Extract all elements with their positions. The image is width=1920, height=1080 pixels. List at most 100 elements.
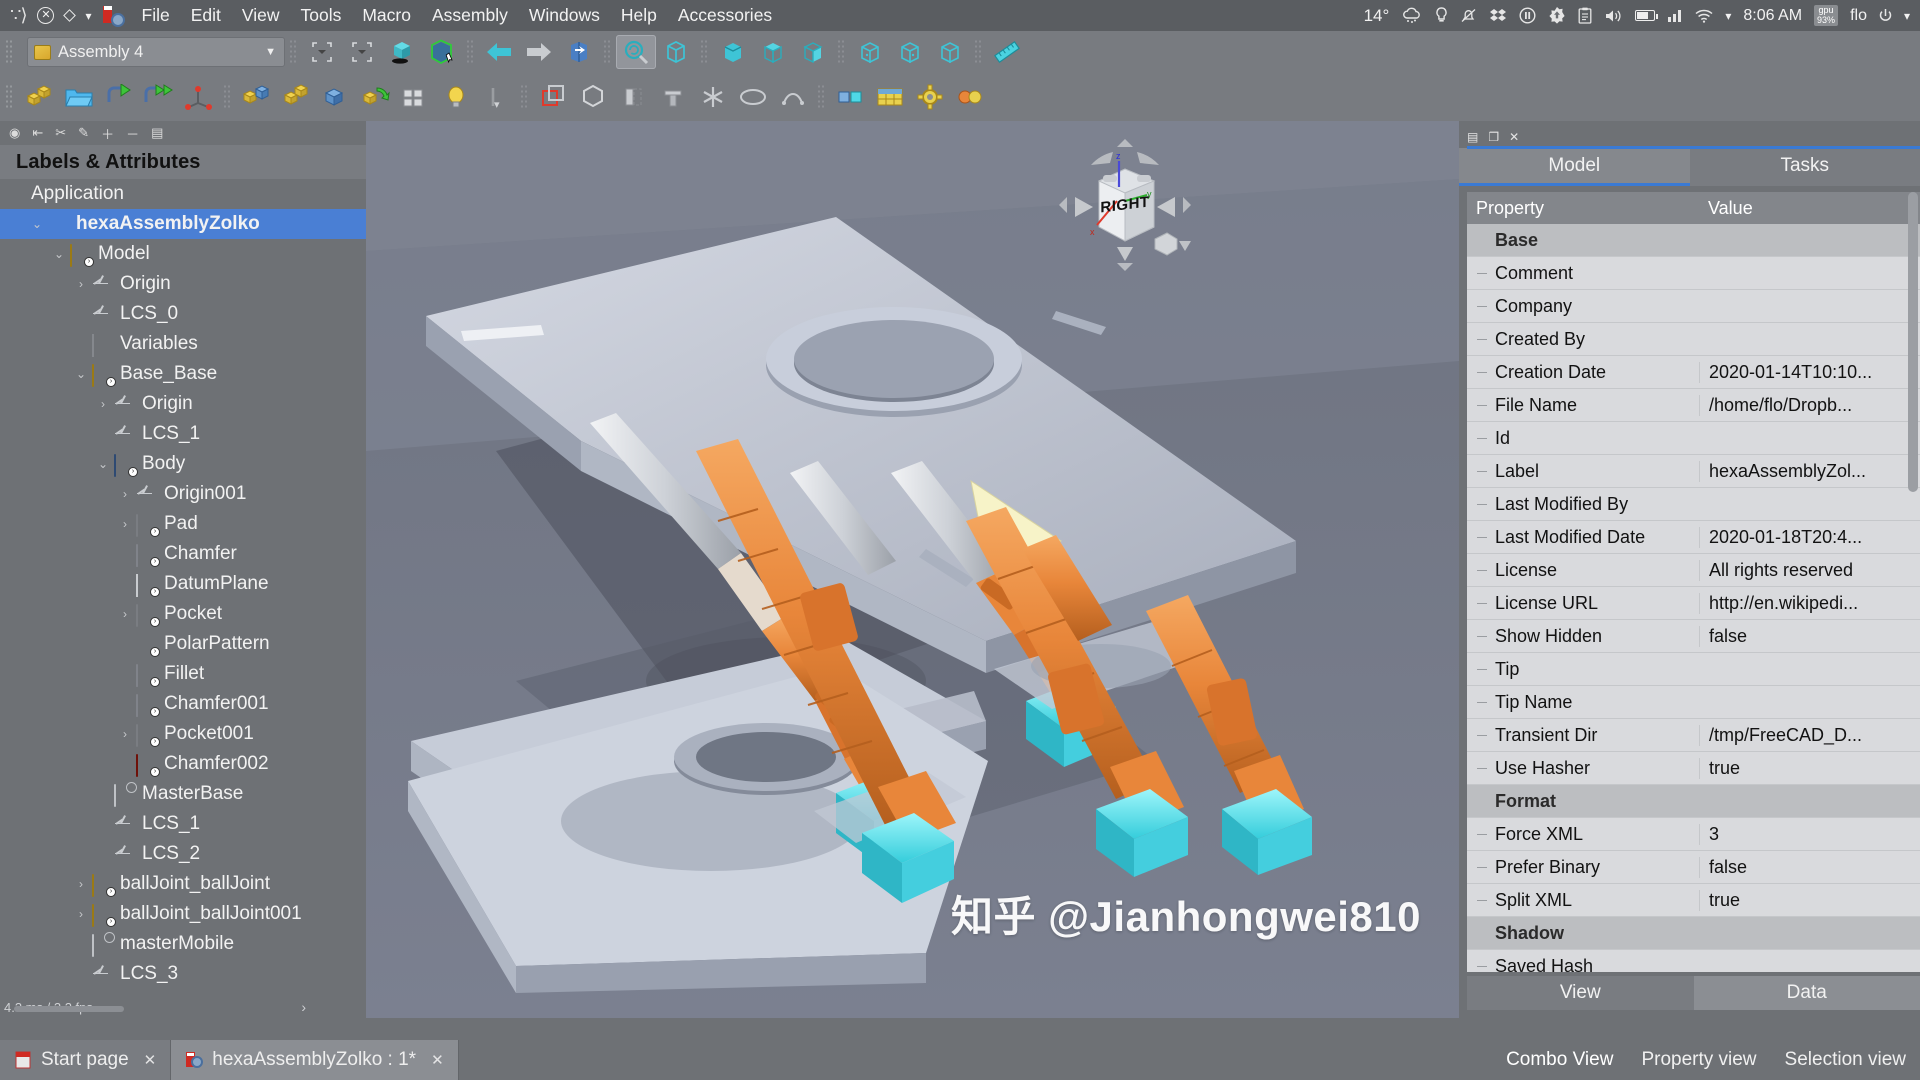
scrollbar-thumb[interactable] bbox=[1908, 192, 1918, 492]
property-row[interactable]: Transient Dir/tmp/FreeCAD_D... bbox=[1467, 719, 1920, 752]
diamond-icon[interactable] bbox=[63, 9, 77, 22]
bounding-box-icon[interactable] bbox=[422, 35, 462, 69]
tree-view[interactable]: Application ⌄ hexaAssemblyZolko ⌄ › Model › Ori… bbox=[0, 179, 366, 996]
close-icon[interactable]: ✕ bbox=[144, 1051, 157, 1069]
toolbar-grip[interactable] bbox=[5, 84, 14, 110]
collapse-icon[interactable]: ▤ bbox=[151, 125, 163, 141]
new-assembly-icon[interactable] bbox=[19, 80, 59, 114]
tree-item-body[interactable]: ⌄ › Body bbox=[0, 449, 366, 479]
property-row[interactable]: Label hexaAssemblyZol... bbox=[1467, 455, 1920, 488]
menu-edit[interactable]: Edit bbox=[191, 5, 221, 26]
tree-expander-icon[interactable]: › bbox=[70, 907, 92, 921]
property-value[interactable]: /home/flo/Dropb... bbox=[1699, 394, 1920, 416]
tab-data[interactable]: Data bbox=[1693, 976, 1920, 1010]
property-row[interactable]: Tip Name bbox=[1467, 686, 1920, 719]
clipboard-icon[interactable] bbox=[1578, 7, 1592, 24]
wifi-icon[interactable] bbox=[1695, 9, 1713, 23]
network-icon[interactable] bbox=[1667, 9, 1683, 23]
property-value[interactable]: true bbox=[1699, 889, 1920, 911]
place-part-icon[interactable] bbox=[356, 80, 396, 114]
tree-expander-icon[interactable]: › bbox=[114, 517, 136, 531]
toolbar-grip[interactable] bbox=[5, 39, 14, 65]
tree-item-lcs-2[interactable]: LCS_2 bbox=[0, 839, 366, 869]
property-value[interactable]: 2020-01-18T20:4... bbox=[1699, 526, 1920, 548]
tree-item-lcs-1[interactable]: LCS_1 bbox=[0, 809, 366, 839]
property-value[interactable]: 3 bbox=[1699, 823, 1920, 845]
navigation-cube[interactable]: z y x RIGHT bbox=[1059, 139, 1191, 271]
property-value[interactable]: /tmp/FreeCAD_D... bbox=[1699, 724, 1920, 746]
minus-icon[interactable]: － bbox=[126, 124, 139, 143]
bottom-view-icon[interactable] bbox=[890, 35, 930, 69]
property-row[interactable]: Company bbox=[1467, 290, 1920, 323]
import-parts-icon[interactable] bbox=[139, 80, 179, 114]
hex-shape-icon[interactable] bbox=[573, 80, 613, 114]
property-scrollbar[interactable] bbox=[1908, 192, 1918, 972]
property-value[interactable]: false bbox=[1699, 625, 1920, 647]
insert-body-icon[interactable] bbox=[316, 80, 356, 114]
dropbox-icon[interactable] bbox=[1489, 8, 1507, 24]
scrollbar-thumb[interactable] bbox=[14, 1006, 124, 1012]
pause-circle-icon[interactable] bbox=[1519, 7, 1536, 24]
float-icon[interactable]: ❐ bbox=[1488, 130, 1499, 144]
menu-macro[interactable]: Macro bbox=[362, 5, 411, 26]
tree-expander-icon[interactable]: ⌄ bbox=[48, 247, 70, 261]
tab-model[interactable]: Model bbox=[1459, 148, 1690, 186]
property-row[interactable]: Show Hidden false bbox=[1467, 620, 1920, 653]
rear-view-icon[interactable] bbox=[850, 35, 890, 69]
restore-icon[interactable]: ▤ bbox=[1467, 130, 1478, 144]
tree-item-hexaassemblyzolko[interactable]: ⌄ hexaAssemblyZolko bbox=[0, 209, 366, 239]
chevron-down-icon[interactable]: ▾ bbox=[1904, 9, 1910, 23]
isometric-view-icon[interactable] bbox=[656, 35, 696, 69]
tree-item-pocket001[interactable]: › › Pocket001 bbox=[0, 719, 366, 749]
tree-item-variables[interactable]: Variables bbox=[0, 329, 366, 359]
array-icon[interactable] bbox=[396, 80, 436, 114]
refresh-view-icon[interactable] bbox=[559, 35, 599, 69]
lightbulb-icon[interactable] bbox=[1435, 7, 1448, 24]
tree-expander-icon[interactable]: ⌄ bbox=[26, 217, 48, 231]
box-element-select-icon[interactable] bbox=[342, 35, 382, 69]
tree-horizontal-scrollbar[interactable] bbox=[14, 1004, 344, 1014]
menu-accessories[interactable]: Accessories bbox=[678, 5, 772, 26]
tree-expander-icon[interactable]: › bbox=[114, 727, 136, 741]
3d-viewport[interactable]: z y x RIGHT 知乎 @Jianhongwei810 bbox=[366, 121, 1459, 1018]
property-row[interactable]: Saved Hash bbox=[1467, 950, 1920, 972]
variables-icon[interactable]: ▾ bbox=[476, 80, 516, 114]
tree-item-lcs-3[interactable]: LCS_3 bbox=[0, 959, 366, 989]
tree-expander-icon[interactable]: › bbox=[114, 487, 136, 501]
tree-expander-icon[interactable]: › bbox=[114, 607, 136, 621]
property-row[interactable]: Use Hasher true bbox=[1467, 752, 1920, 785]
property-value[interactable]: All rights reserved bbox=[1699, 559, 1920, 581]
property-grid[interactable]: Property Value Base Comment Company Created… bbox=[1467, 192, 1920, 972]
constraint-icon[interactable] bbox=[830, 80, 870, 114]
bell-muted-icon[interactable] bbox=[1460, 7, 1477, 24]
tree-item-pad[interactable]: › › Pad bbox=[0, 509, 366, 539]
fit-all-zoom-icon[interactable] bbox=[616, 35, 656, 69]
settings-gear-icon[interactable] bbox=[910, 80, 950, 114]
tree-item-chamfer[interactable]: › Chamfer bbox=[0, 539, 366, 569]
volume-icon[interactable] bbox=[1604, 8, 1623, 24]
new-lcs-icon[interactable] bbox=[179, 80, 219, 114]
clock-label[interactable]: 8:06 AM bbox=[1743, 7, 1802, 25]
insert-assembly-icon[interactable] bbox=[276, 80, 316, 114]
tree-item-origin[interactable]: › Origin bbox=[0, 269, 366, 299]
activities-dots-icon[interactable]: ∵⟩ bbox=[10, 5, 28, 26]
plus-icon[interactable]: ＋ bbox=[101, 124, 114, 143]
close-circle-icon[interactable]: ✕ bbox=[37, 7, 55, 24]
shape-binder-icon[interactable] bbox=[533, 80, 573, 114]
property-row[interactable]: Force XML 3 bbox=[1467, 818, 1920, 851]
menu-tools[interactable]: Tools bbox=[301, 5, 342, 26]
property-row[interactable]: License URL http://en.wikipedi... bbox=[1467, 587, 1920, 620]
right-view-icon[interactable] bbox=[793, 35, 833, 69]
property-row[interactable]: File Name/home/flo/Dropb... bbox=[1467, 389, 1920, 422]
property-row[interactable]: Tip bbox=[1467, 653, 1920, 686]
property-value[interactable]: false bbox=[1699, 856, 1920, 878]
property-value[interactable]: hexaAssemblyZol... bbox=[1699, 460, 1920, 482]
open-folder-icon[interactable] bbox=[59, 80, 99, 114]
menu-file[interactable]: File bbox=[142, 5, 170, 26]
tab-tasks[interactable]: Tasks bbox=[1689, 148, 1920, 186]
table-icon[interactable] bbox=[870, 80, 910, 114]
tree-item-datumplane[interactable]: › DatumPlane bbox=[0, 569, 366, 599]
property-row[interactable]: Created By bbox=[1467, 323, 1920, 356]
fasteners-icon[interactable] bbox=[653, 80, 693, 114]
cut-icon[interactable]: ✂ bbox=[55, 125, 66, 141]
